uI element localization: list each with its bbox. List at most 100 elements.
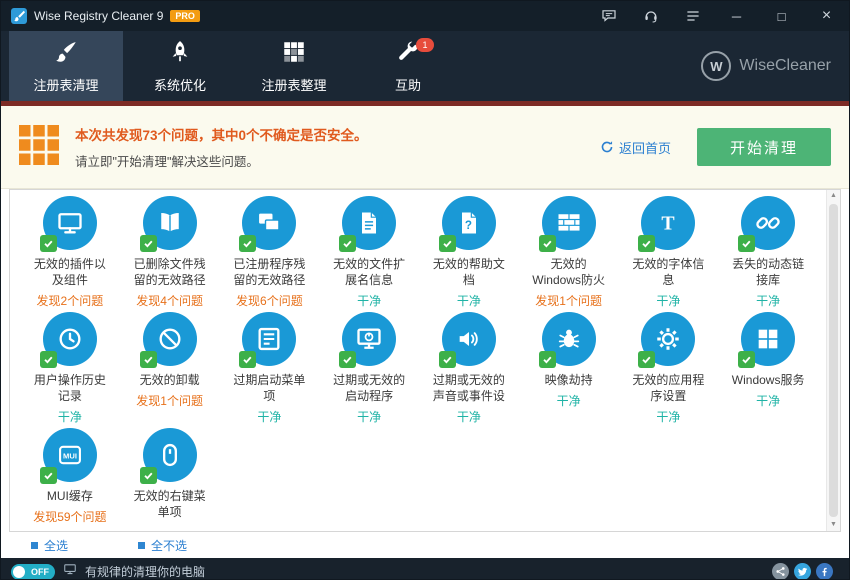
category-checkbox[interactable] [239,235,256,252]
category-label: MUI缓存 [29,489,111,505]
support-icon[interactable] [630,1,672,31]
feedback-icon[interactable] [588,1,630,31]
nav-tab-label: 注册表清理 [33,75,98,94]
category-status: 干净 [20,408,120,425]
category-status: 干净 [319,408,419,425]
category-checkbox[interactable] [439,351,456,368]
category-checkbox[interactable] [638,235,655,252]
category-label: 丢失的动态链接库 [727,257,809,289]
category-status: 发现4个问题 [120,292,220,309]
category-item[interactable]: T无效的字体信息干净 [619,196,719,312]
category-checkbox[interactable] [539,351,556,368]
close-button[interactable]: × [804,1,849,31]
maximize-button[interactable]: □ [759,1,804,31]
category-item[interactable]: 无效的文件扩展名信息干净 [319,196,419,312]
tab-registry-cleaner[interactable]: 注册表清理 [9,31,123,101]
category-label: 无效的帮助文档 [428,257,510,289]
category-item[interactable]: 无效的卸载发现1个问题 [120,312,220,428]
category-item[interactable]: 用户操作历史记录干净 [20,312,120,428]
category-status: 干净 [319,292,419,309]
rocket-icon [167,39,193,70]
category-checkbox[interactable] [738,351,755,368]
category-status: 发现59个问题 [20,508,120,525]
nav-tab-label: 系统优化 [154,75,206,94]
status-tip: 有规律的清理你的电脑 [85,563,205,580]
category-checkbox[interactable] [539,235,556,252]
helpdoc-icon: ? [442,196,496,250]
scroll-up-icon[interactable]: ▲ [827,190,840,202]
app-title: Wise Registry Cleaner 9 [34,9,163,23]
gear-icon [641,312,695,366]
category-label: 过期或无效的声音或事件设 [428,373,510,405]
category-checkbox[interactable] [239,351,256,368]
category-item[interactable]: 无效的应用程序设置干净 [619,312,719,428]
category-checkbox[interactable] [439,235,456,252]
category-status: 干净 [718,392,818,409]
category-item[interactable]: MUIMUI缓存发现59个问题 [20,428,120,532]
category-label: 过期或无效的启动程序 [328,373,410,405]
category-item[interactable]: 无效的右键菜单项 [120,428,220,532]
category-label: 用户操作历史记录 [29,373,111,405]
brush-icon [53,39,79,70]
category-item[interactable]: 无效的插件以及组件发现2个问题 [20,196,120,312]
select-all-link[interactable]: 全选 [31,537,68,554]
category-label: 已删除文件残留的无效路径 [129,257,211,289]
auto-clean-toggle[interactable]: OFF [11,564,55,580]
category-item[interactable]: 过期或无效的启动程序干净 [319,312,419,428]
category-status: 干净 [220,408,320,425]
category-item[interactable]: 已注册程序残留的无效路径发现6个问题 [220,196,320,312]
category-checkbox[interactable] [40,467,57,484]
category-label: 无效的应用程序设置 [627,373,709,405]
scrollbar[interactable]: ▲ ▼ [826,190,840,531]
category-item[interactable]: ?无效的帮助文档干净 [419,196,519,312]
summary-grid-icon [19,125,59,170]
category-checkbox[interactable] [638,351,655,368]
category-item[interactable]: Windows服务干净 [718,312,818,428]
category-item[interactable]: 已删除文件残留的无效路径发现4个问题 [120,196,220,312]
firewall-icon [542,196,596,250]
nav-tab-label: 互助 [395,75,421,94]
category-checkbox[interactable] [738,235,755,252]
tab-system-tuneup[interactable]: 系统优化 [123,31,237,101]
share-icon[interactable] [772,563,789,580]
category-item[interactable]: 过期或无效的声音或事件设干净 [419,312,519,428]
category-checkbox[interactable] [339,235,356,252]
notification-badge: 1 [416,38,434,52]
menu-icon[interactable] [672,1,714,31]
category-checkbox[interactable] [140,467,157,484]
category-item[interactable]: 无效的Windows防火发现1个问题 [519,196,619,312]
twitter-icon[interactable] [794,563,811,580]
tab-help[interactable]: 互助 1 [351,31,465,101]
category-item[interactable]: 丢失的动态链接库干净 [718,196,818,312]
computer-icon [63,562,77,580]
scrollbar-thumb[interactable] [829,204,838,517]
category-checkbox[interactable] [40,235,57,252]
category-label: Windows服务 [727,373,809,389]
social-icons [772,563,833,580]
category-item[interactable]: 映像劫持干净 [519,312,619,428]
back-home-link[interactable]: 返回首页 [600,138,671,157]
start-clean-button[interactable]: 开始清理 [697,128,831,166]
defrag-icon [281,39,307,70]
tab-registry-defrag[interactable]: 注册表整理 [237,31,351,101]
category-checkbox[interactable] [339,351,356,368]
font-icon: T [641,196,695,250]
select-none-link[interactable]: 全不选 [138,537,187,554]
scroll-down-icon[interactable]: ▼ [827,519,840,531]
category-label: 过期启动菜单项 [228,373,310,405]
status-bar: OFF 有规律的清理你的电脑 [1,558,849,580]
category-item[interactable]: 过期启动菜单项干净 [220,312,320,428]
category-status: 发现1个问题 [120,392,220,409]
category-checkbox[interactable] [140,351,157,368]
minimize-button[interactable]: ─ [714,1,759,31]
nav-tab-label: 注册表整理 [261,75,326,94]
facebook-icon[interactable] [816,563,833,580]
category-checkbox[interactable] [40,351,57,368]
select-all-bullet-icon [31,542,38,549]
category-checkbox[interactable] [140,235,157,252]
logo-w-icon: W [701,51,731,81]
category-status: 干净 [718,292,818,309]
category-status: 干净 [619,408,719,425]
app-window: Wise Registry Cleaner 9 PRO ─ □ × 注册表清理系… [0,0,850,580]
select-all-label: 全选 [44,537,68,554]
